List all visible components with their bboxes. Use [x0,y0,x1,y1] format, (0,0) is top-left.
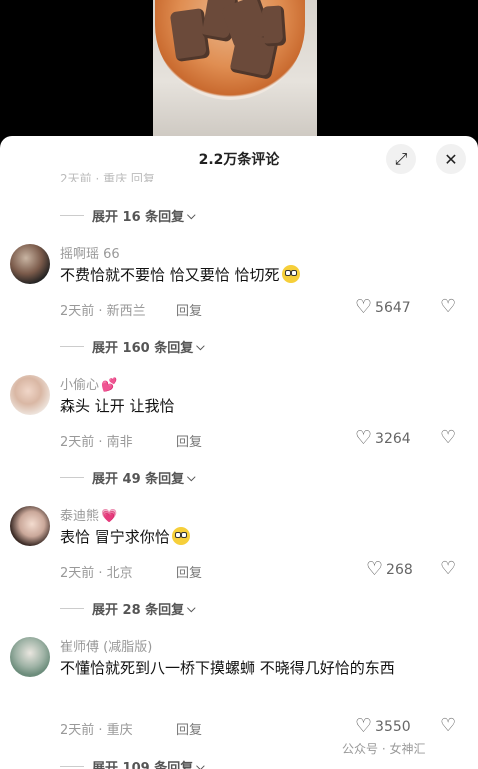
dislike-button[interactable]: ♡ [440,717,456,735]
heart-outline-icon: ♡ [355,427,373,449]
reply-button[interactable]: 回复 [176,300,202,319]
dislike-button[interactable]: ♡ [440,298,456,316]
comment-meta: 2天前 · 北京 [60,566,133,581]
comment-username[interactable]: 崔师傅 (减脂版) [60,636,152,655]
chevron-down-icon: ⌵ [187,601,196,615]
like-count: 268 [386,561,413,578]
divider-line [60,215,84,216]
like-button[interactable]: ♡ 3264 [355,429,411,448]
like-button[interactable]: ♡ 3550 [355,717,411,736]
heart-outline-icon: ♡ [366,558,384,580]
comment-username-text: 小偷心 [60,378,100,393]
expand-replies-button[interactable]: 展开 49 条回复 ⌵ [60,468,196,487]
avatar[interactable] [10,244,50,284]
chevron-down-icon: ⌵ [196,759,205,769]
comment-username[interactable]: 泰迪熊 💗 [60,505,117,524]
comment-text-content: 表恰 冒宁求你恰 [60,528,170,546]
expand-replies-label: 展开 16 条回复 [92,210,185,225]
avatar[interactable] [10,506,50,546]
reply-button[interactable]: 回复 [176,562,202,581]
comment-text: 不费恰就不要恰 恰又要恰 恰切死 [60,264,300,285]
comment-text: 表恰 冒宁求你恰 [60,526,190,547]
comment-username[interactable]: 小偷心 💕 [60,374,117,393]
broken-heart-icon: ♡ [440,558,457,579]
watermark: 公众号 · 女神汇 [342,742,426,756]
dislike-button[interactable]: ♡ [440,560,456,578]
video-thumbnail [153,0,317,136]
sparkling-heart-icon: 💕 [101,378,118,393]
partial-comment-meta: 2天前 · 重庆 回复 [60,172,155,182]
sparkling-heart-icon: 💗 [101,509,118,524]
chevron-down-icon: ⌵ [187,470,196,484]
broken-heart-icon: ♡ [440,427,457,448]
comment-meta: 2天前 · 新西兰 [60,304,146,319]
collapse-button[interactable]: ⤢ [386,144,416,174]
broken-heart-icon: ♡ [440,296,457,317]
close-button[interactable]: ✕ [436,144,466,174]
comments-sheet: 2.2万条评论 ⤢ ✕ 2天前 · 重庆 回复 展开 16 条回复 ⌵ 摇啊瑶 … [0,136,478,769]
flushed-face-emoji-icon [281,265,300,283]
expand-replies-button[interactable]: 展开 28 条回复 ⌵ [60,599,196,618]
expand-replies-label: 展开 28 条回复 [92,603,185,618]
like-count: 3264 [375,430,411,447]
comment-text: 不懂恰就死到八一桥下摸螺蛳 不晓得几好恰的东西 [60,659,395,677]
reply-button[interactable]: 回复 [176,719,202,738]
heart-outline-icon: ♡ [355,715,373,737]
comment-username[interactable]: 摇啊瑶 66 [60,243,120,262]
expand-replies-button[interactable]: 展开 16 条回复 ⌵ [60,206,196,225]
food-piece [261,5,287,47]
divider-line [60,346,84,347]
broken-heart-icon: ♡ [440,715,457,736]
close-icon: ✕ [444,149,458,169]
comment-text-content: 不费恰就不要恰 恰又要恰 恰切死 [60,266,280,284]
expand-replies-label: 展开 109 条回复 [92,761,194,769]
avatar[interactable] [10,637,50,677]
divider-line [60,608,84,609]
expand-replies-label: 展开 160 条回复 [92,341,194,356]
divider-line [60,766,84,767]
chevron-down-icon: ⌵ [196,339,205,353]
collapse-icon: ⤢ [394,149,408,168]
pleading-face-emoji-icon [171,527,190,545]
reply-button[interactable]: 回复 [176,431,202,450]
comment-text: 森头 让开 让我恰 [60,397,175,415]
like-button[interactable]: ♡ 268 [366,560,413,579]
expand-replies-label: 展开 49 条回复 [92,472,185,487]
chevron-down-icon: ⌵ [187,208,196,222]
comment-meta: 2天前 · 南非 [60,435,133,450]
comment-username-text: 泰迪熊 [60,509,100,524]
like-count: 3550 [375,718,411,735]
divider-line [60,477,84,478]
heart-outline-icon: ♡ [355,296,373,318]
video-area[interactable] [0,0,478,136]
like-count: 5647 [375,299,411,316]
like-button[interactable]: ♡ 5647 [355,298,411,317]
comment-meta: 2天前 · 重庆 [60,723,133,738]
expand-replies-button[interactable]: 展开 160 条回复 ⌵ [60,337,205,356]
avatar[interactable] [10,375,50,415]
dislike-button[interactable]: ♡ [440,429,456,447]
expand-replies-button[interactable]: 展开 109 条回复 ⌵ [60,757,205,769]
